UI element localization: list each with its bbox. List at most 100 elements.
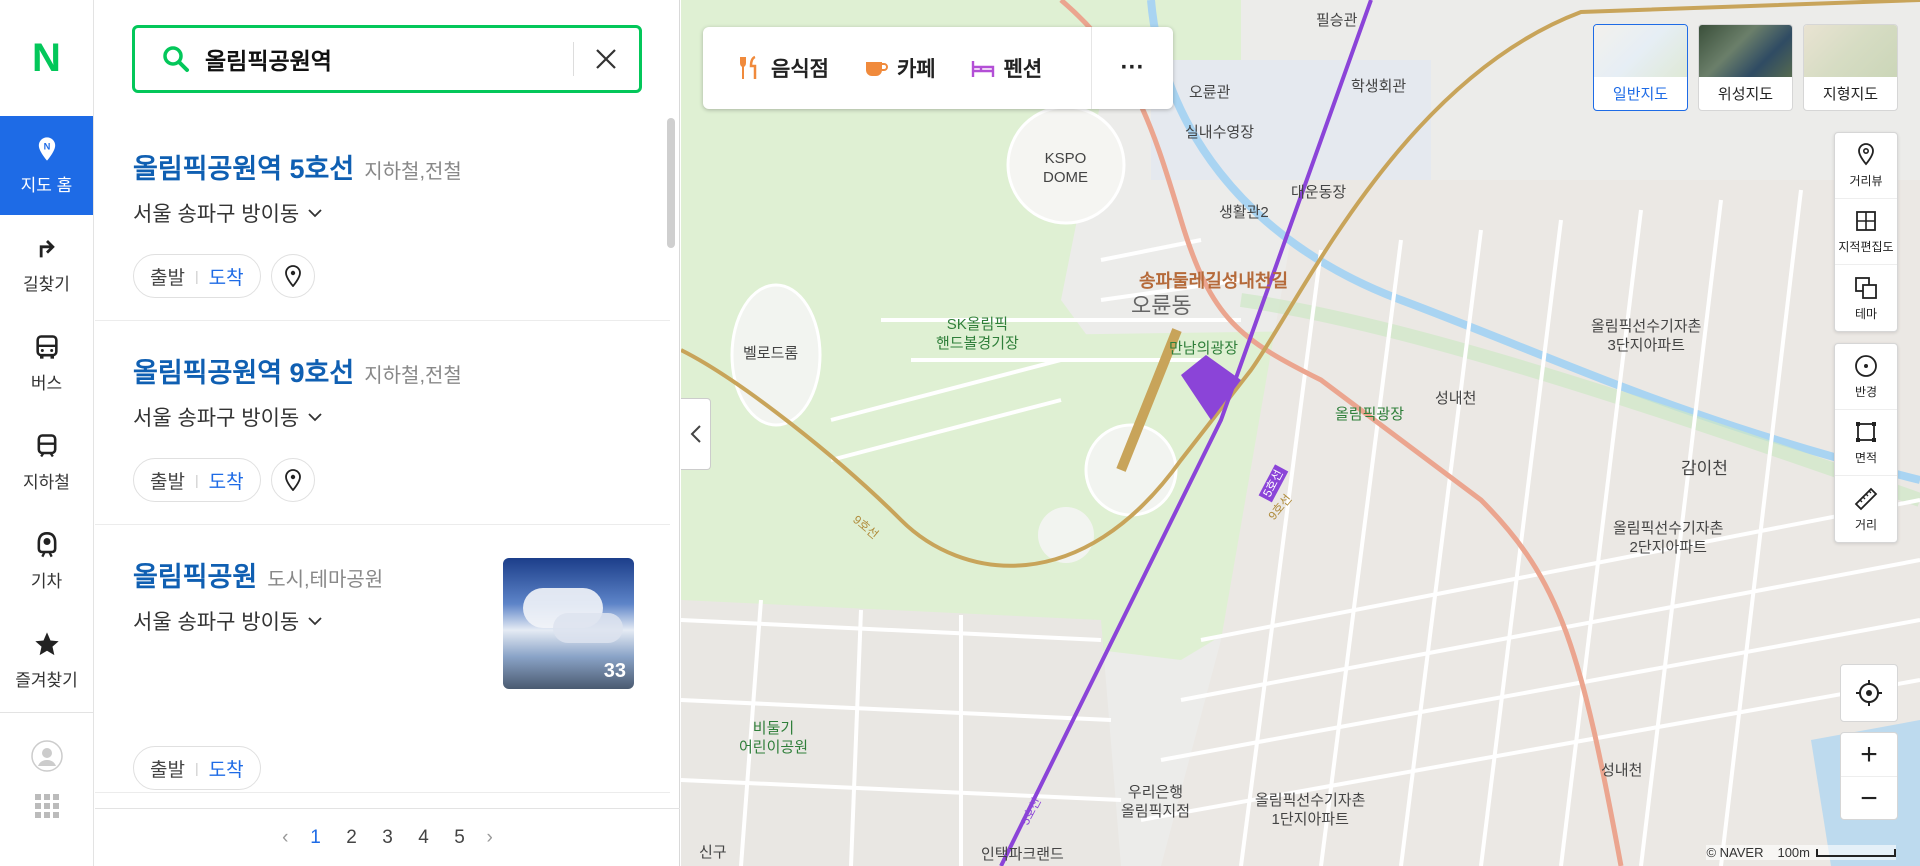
route-pill: 출발 | 도착	[133, 254, 261, 298]
chevron-left-icon	[690, 425, 701, 443]
cafe-icon	[865, 62, 888, 76]
tool-area[interactable]: 면적	[1835, 410, 1897, 476]
map-tools-measure: 반경 면적 거리	[1834, 343, 1898, 543]
result-item[interactable]: 올림픽공원역 9호선 지하철,전철 서울 송파구 방이동 출발 | 도착	[95, 321, 670, 525]
map-type-label: 일반지도	[1612, 86, 1669, 103]
result-name[interactable]: 올림픽공원	[133, 555, 257, 594]
start-button[interactable]: 출발	[150, 755, 185, 782]
nav-item-bus[interactable]: 버스	[0, 314, 93, 413]
left-nav: N N 지도 홈 길찾기 버스 지하철 기차 즐겨찾기	[0, 0, 94, 866]
chevron-down-icon	[308, 617, 322, 626]
copyright: © NAVER	[1706, 845, 1764, 860]
crosshair-icon	[1856, 680, 1882, 706]
search-icon[interactable]	[161, 44, 191, 74]
map-pin-button[interactable]	[270, 458, 315, 502]
nav-item-label: 지도 홈	[20, 176, 73, 195]
address-text: 서울 송파구 방이동	[133, 611, 300, 634]
prev-page-icon[interactable]: ‹	[282, 827, 288, 849]
clear-search-icon[interactable]	[594, 47, 618, 71]
map-type-label: 지형지도	[1822, 86, 1879, 103]
category-pension[interactable]: 펜션	[970, 53, 1043, 83]
search-panel: 올림픽공원역 5호선 지하철,전철 서울 송파구 방이동 출발 | 도착	[95, 0, 680, 866]
result-item[interactable]: 올림픽공원 도시,테마공원 서울 송파구 방이동 33 출발 | 도착	[95, 525, 670, 793]
my-location-button[interactable]	[1840, 664, 1898, 722]
search-divider	[573, 42, 574, 76]
nav-item-subway[interactable]: 지하철	[0, 413, 93, 512]
map-type-switcher: 일반지도 위성지도 지형지도	[1593, 24, 1898, 111]
nav-item-favorites[interactable]: 즐겨찾기	[0, 611, 93, 710]
tool-radius[interactable]: 반경	[1835, 344, 1897, 410]
result-category: 도시,테마공원	[267, 569, 384, 591]
result-name[interactable]: 올림픽공원역 5호선	[133, 147, 354, 186]
nav-item-directions[interactable]: 길찾기	[0, 215, 93, 314]
zoom-out-button[interactable]: −	[1841, 777, 1897, 821]
page-link[interactable]: 3	[379, 827, 397, 849]
result-name[interactable]: 올림픽공원역 9호선	[133, 351, 354, 390]
page-link[interactable]: 2	[343, 827, 361, 849]
pill-separator: |	[194, 472, 199, 488]
result-scrollbar[interactable]	[667, 118, 675, 248]
page-link[interactable]: 4	[415, 827, 433, 849]
tool-cadastral[interactable]: 지적편집도	[1835, 199, 1897, 265]
result-category: 지하철,전철	[364, 365, 462, 387]
result-address[interactable]: 서울 송파구 방이동	[133, 402, 670, 432]
map-pin-button[interactable]	[270, 254, 315, 298]
nav-item-label: 지하철	[23, 473, 70, 492]
tool-theme[interactable]: 테마	[1835, 265, 1897, 331]
star-icon	[34, 632, 59, 656]
naver-logo[interactable]: N	[0, 0, 93, 116]
bus-icon	[35, 335, 58, 359]
result-photo[interactable]: 33	[503, 558, 634, 689]
nav-divider	[0, 712, 94, 713]
category-bar: 음식점 카페 펜션 ···	[703, 27, 1173, 109]
tool-label: 지적편집도	[1838, 240, 1894, 254]
map-type-normal[interactable]: 일반지도	[1593, 24, 1688, 111]
map-type-terrain[interactable]: 지형지도	[1803, 24, 1898, 111]
nav-item-label: 기차	[30, 572, 63, 591]
more-categories-button[interactable]: ···	[1091, 27, 1173, 109]
result-address[interactable]: 서울 송파구 방이동	[133, 198, 670, 228]
map-label: KSPO DOME	[1043, 150, 1088, 186]
tool-distance[interactable]: 거리	[1835, 476, 1897, 542]
category-restaurant[interactable]: 음식점	[737, 53, 829, 83]
result-item[interactable]: 올림픽공원역 5호선 지하철,전철 서울 송파구 방이동 출발 | 도착	[95, 117, 670, 321]
collapse-panel-button[interactable]	[681, 398, 711, 470]
zoom-in-button[interactable]: +	[1841, 733, 1897, 777]
map-label: 올림픽선수기자촌 1단지아파트	[1255, 792, 1366, 828]
page-link[interactable]: 5	[451, 827, 469, 849]
next-page-icon[interactable]: ›	[487, 827, 493, 849]
end-button[interactable]: 도착	[209, 263, 244, 290]
nav-item-map-home[interactable]: N 지도 홈	[0, 116, 93, 215]
map-label: 감이천	[1681, 459, 1728, 478]
map-label: 만남의광장	[1169, 340, 1239, 357]
map-pin-icon	[284, 469, 301, 491]
end-button[interactable]: 도착	[209, 755, 244, 782]
category-label: 펜션	[1003, 58, 1043, 81]
map-district-label: 오륜동	[1131, 293, 1192, 318]
map-type-satellite[interactable]: 위성지도	[1698, 24, 1793, 111]
tool-label: 테마	[1854, 306, 1878, 321]
svg-text:N: N	[43, 142, 50, 152]
tool-label: 반경	[1854, 385, 1878, 399]
map-type-thumbnail	[1804, 25, 1897, 77]
map-pin-icon	[284, 265, 301, 287]
tool-street-view[interactable]: 거리뷰	[1835, 133, 1897, 199]
start-button[interactable]: 출발	[150, 467, 185, 494]
category-cafe[interactable]: 카페	[863, 53, 936, 83]
end-button[interactable]: 도착	[209, 467, 244, 494]
chevron-down-icon	[308, 413, 322, 422]
nav-item-train[interactable]: 기차	[0, 512, 93, 611]
map-label: 실내수영장	[1185, 124, 1255, 141]
map-canvas[interactable]: 필승관 오륜관 학생회관 실내수영장 대운동장 생활관2 KSPO DOME 송…	[681, 0, 1920, 866]
photo-cloud	[553, 613, 623, 643]
map-label: 성내천	[1601, 762, 1643, 779]
search-input[interactable]	[205, 45, 565, 73]
user-avatar-icon[interactable]	[31, 740, 63, 772]
page-link[interactable]: 1	[307, 827, 325, 849]
apps-grid-icon[interactable]	[33, 792, 61, 820]
map-home-icon: N	[38, 137, 55, 161]
address-text: 서울 송파구 방이동	[133, 407, 300, 430]
pension-icon	[971, 61, 994, 77]
start-button[interactable]: 출발	[150, 263, 185, 290]
result-list: 올림픽공원역 5호선 지하철,전철 서울 송파구 방이동 출발 | 도착 올림픽…	[95, 117, 670, 807]
